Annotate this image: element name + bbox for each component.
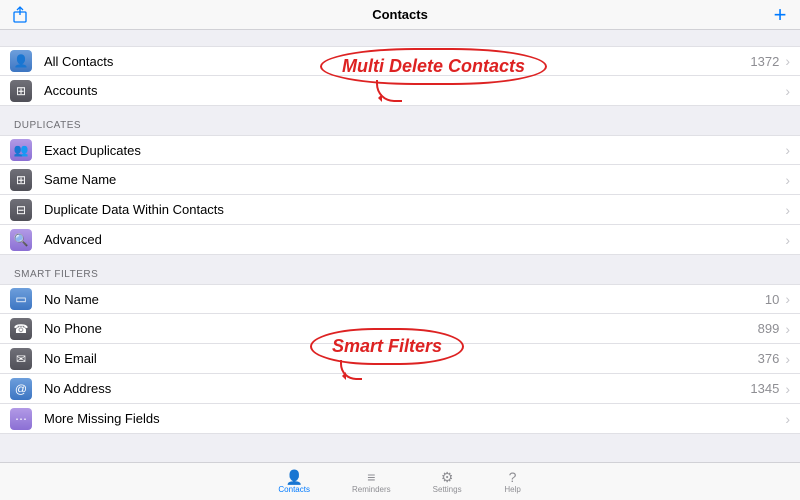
chevron-right-icon: › [785,53,790,69]
row-label: No Address [44,381,750,396]
no-phone-icon: ☎ [10,318,32,340]
list-row-same-name[interactable]: ⊞ Same Name › [0,165,800,195]
contacts-icon: 👤 [285,469,303,485]
no-address-icon: @ [10,378,32,400]
settings-icon: ⚙ [438,469,456,485]
row-label: Advanced [44,232,779,247]
annotation-callout-1: Multi Delete Contacts [320,48,547,85]
row-label: Duplicate Data Within Contacts [44,202,779,217]
list-row-exact-duplicates[interactable]: 👥 Exact Duplicates › [0,135,800,165]
section-duplicates: 👥 Exact Duplicates › ⊞ Same Name › ⊟ Duplicate … [0,135,800,255]
row-label: Exact Duplicates [44,143,779,158]
tab-label: Reminders [352,485,391,494]
list-row-advanced[interactable]: 🔍 Advanced › [0,225,800,255]
tab-help[interactable]: ?Help [504,469,522,494]
row-label: Same Name [44,172,779,187]
share-icon[interactable] [10,5,30,25]
chevron-right-icon: › [785,83,790,99]
chevron-right-icon: › [785,381,790,397]
list-row-duplicate-data-within-contacts[interactable]: ⊟ Duplicate Data Within Contacts › [0,195,800,225]
chevron-right-icon: › [785,142,790,158]
tab-label: Help [504,485,520,494]
row-label: Accounts [44,83,779,98]
row-label: No Name [44,292,765,307]
duplicate-data-within-contacts-icon: ⊟ [10,199,32,221]
list-row-more-missing-fields[interactable]: ⋯ More Missing Fields › [0,404,800,434]
more-missing-fields-icon: ⋯ [10,408,32,430]
help-icon: ? [504,469,522,485]
annotation-text: Multi Delete Contacts [342,56,525,76]
row-count: 10 [765,292,779,307]
tab-label: Settings [433,485,462,494]
chevron-right-icon: › [785,291,790,307]
accounts-icon: ⊞ [10,80,32,102]
row-count: 899 [758,321,780,336]
page-title: Contacts [0,7,800,22]
row-count: 1345 [750,381,779,396]
no-email-icon: ✉ [10,348,32,370]
navbar: Contacts + [0,0,800,30]
reminders-icon: ≡ [362,469,380,485]
tab-settings[interactable]: ⚙Settings [433,469,462,494]
tabbar: 👤Contacts≡Reminders⚙Settings?Help [0,462,800,500]
tab-label: Contacts [278,485,310,494]
row-count: 1372 [750,54,779,69]
annotation-text: Smart Filters [332,336,442,356]
list-row-no-address[interactable]: @ No Address1345 › [0,374,800,404]
chevron-right-icon: › [785,232,790,248]
chevron-right-icon: › [785,321,790,337]
all-contacts-icon: 👤 [10,50,32,72]
advanced-icon: 🔍 [10,229,32,251]
exact-duplicates-icon: 👥 [10,139,32,161]
chevron-right-icon: › [785,172,790,188]
section-header-duplicates: DUPLICATES [0,106,800,135]
same-name-icon: ⊞ [10,169,32,191]
add-icon[interactable]: + [770,5,790,25]
row-label: More Missing Fields [44,411,779,426]
section-header-smart: SMART FILTERS [0,255,800,284]
chevron-right-icon: › [785,202,790,218]
annotation-callout-2: Smart Filters [310,328,464,365]
list-row-no-name[interactable]: ▭ No Name10 › [0,284,800,314]
no-name-icon: ▭ [10,288,32,310]
tab-reminders[interactable]: ≡Reminders [352,469,391,494]
tab-contacts[interactable]: 👤Contacts [278,469,310,494]
chevron-right-icon: › [785,351,790,367]
row-count: 376 [758,351,780,366]
chevron-right-icon: › [785,411,790,427]
